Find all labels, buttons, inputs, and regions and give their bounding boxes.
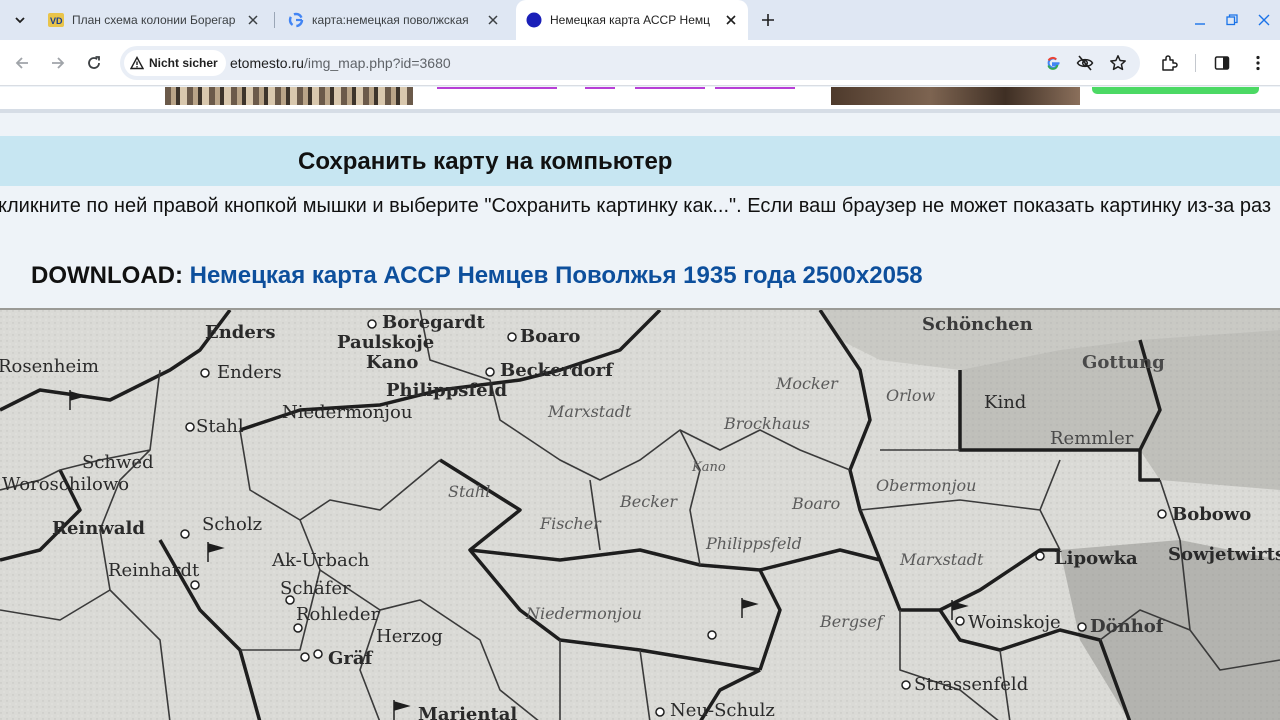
ad-text-block[interactable] (415, 87, 820, 105)
url-text[interactable]: etomesto.ru/img_map.php?id=3680 (230, 55, 451, 71)
map-label: Gräf (328, 648, 373, 669)
map-label: Fischer (540, 514, 601, 533)
map-label: Boregardt (382, 312, 485, 333)
map-label: Kind (984, 392, 1027, 413)
google-icon[interactable] (1042, 52, 1064, 74)
toolbar-separator (1195, 54, 1196, 72)
map-label: Gottung (1082, 352, 1165, 373)
map-label: Woinskoje (968, 612, 1061, 633)
map-label: Schönchen (922, 314, 1033, 335)
map-label: Boaro (792, 494, 841, 513)
eye-off-icon[interactable] (1074, 52, 1096, 74)
reload-icon[interactable] (80, 49, 108, 77)
map-label: Remmler (1050, 428, 1134, 449)
close-window-icon[interactable] (1250, 6, 1278, 34)
download-link[interactable]: Немецкая карта АССР Немцев Поволжья 1935… (190, 262, 923, 289)
map-label: Woroschilowo (2, 474, 130, 495)
close-icon[interactable] (722, 11, 740, 29)
tab-google-search[interactable]: карта:немецкая поволжская (278, 6, 510, 34)
save-heading: Сохранить карту на компьютер (298, 148, 673, 175)
map-label: Ak-Urbach (272, 550, 370, 571)
map-label: Strassenfeld (914, 674, 1029, 695)
more-vert-icon[interactable] (1244, 49, 1272, 77)
map-label: Dönhof (1090, 616, 1164, 637)
forward-arrow-icon[interactable] (44, 49, 72, 77)
map-label: Brockhaus (724, 414, 811, 433)
map-image[interactable]: Enders Boregardt Paulskoje Kano Boaro Ph… (0, 308, 1280, 720)
map-label: Neu-Schulz (670, 700, 775, 720)
divider (0, 109, 1280, 113)
map-label: Enders (217, 362, 282, 383)
map-label: Lipowka (1054, 548, 1138, 569)
security-chip-label: Nicht sicher (149, 56, 218, 70)
map-label: Marxstadt (548, 402, 632, 421)
page-content: Сохранить карту на компьютер кликните по… (0, 87, 1280, 720)
url-host: etomesto.ru (230, 55, 304, 71)
map-label: Kano (692, 460, 726, 475)
map-label: Enders (205, 322, 276, 343)
google-icon (288, 12, 304, 28)
address-bar[interactable]: Nicht sicher etomesto.ru/img_map.php?id=… (120, 46, 1140, 80)
download-label: DOWNLOAD: (31, 262, 183, 289)
site-circle-icon (526, 12, 542, 28)
ad-banner-strip (0, 87, 1280, 109)
map-label: Reinhardt (108, 560, 200, 581)
map-label: Boaro (520, 326, 581, 347)
restore-icon[interactable] (1218, 6, 1246, 34)
map-label: Philippsfeld (706, 534, 802, 553)
map-label: Obermonjou (876, 476, 977, 495)
map-label: Reinwald (52, 518, 145, 539)
map-label: Rosenheim (0, 356, 99, 377)
map-label: Mariental (418, 704, 518, 720)
tab-separator (274, 12, 275, 28)
map-label: Stahl (448, 482, 491, 501)
svg-text:VD: VD (50, 16, 63, 26)
plus-icon[interactable] (756, 8, 780, 32)
minimize-icon[interactable] (1186, 6, 1214, 34)
close-icon[interactable] (484, 11, 502, 29)
tab-search-icon[interactable] (8, 8, 32, 32)
map-label: Paulskoje (337, 332, 435, 353)
save-instruction: кликните по ней правой кнопкой мышки и в… (0, 195, 1272, 217)
map-label: Sowjetwirts (1168, 544, 1280, 565)
side-panel-icon[interactable] (1208, 49, 1236, 77)
star-icon[interactable] (1107, 52, 1129, 74)
map-label: Beckerdorf (500, 360, 613, 381)
map-label: Orlow (886, 386, 936, 405)
tab-title: Немецкая карта АССР Немц (550, 13, 710, 27)
map-label: Becker (620, 492, 677, 511)
tab-title: План схема колонии Борегар (72, 13, 236, 27)
map-label: Philippsfeld (386, 380, 508, 401)
browser-toolbar: Nicht sicher etomesto.ru/img_map.php?id=… (0, 40, 1280, 86)
map-label: Rohleder (296, 604, 380, 625)
tab-title: карта:немецкая поволжская (312, 13, 469, 27)
ad-image[interactable] (831, 87, 1080, 105)
vd-site-icon: VD (48, 12, 64, 28)
tab-strip: VD План схема колонии Борегар карта:неме… (0, 0, 1280, 40)
tab-active-map[interactable]: Немецкая карта АССР Немц (516, 0, 748, 40)
map-label: Mocker (776, 374, 838, 393)
warning-icon (130, 56, 144, 70)
map-label: Herzog (376, 626, 443, 647)
ad-image[interactable] (165, 87, 413, 105)
map-label: Schwed (82, 452, 154, 473)
ad-button[interactable] (1092, 87, 1259, 94)
url-path: /img_map.php?id=3680 (303, 55, 451, 71)
map-label: Bobowo (1172, 504, 1252, 525)
map-label: Schäfer (280, 578, 351, 599)
security-chip[interactable]: Nicht sicher (124, 50, 226, 76)
map-label: Niedermonjou (526, 604, 642, 623)
extensions-icon[interactable] (1155, 49, 1183, 77)
back-arrow-icon[interactable] (8, 49, 36, 77)
download-row: DOWNLOAD: Немецкая карта АССР Немцев Пов… (31, 262, 923, 290)
map-label: Kano (366, 352, 419, 373)
tab-boregard-plan[interactable]: VD План схема колонии Борегар (38, 6, 270, 34)
map-label: Scholz (202, 514, 263, 535)
map-label: Bergsef (820, 612, 883, 631)
close-icon[interactable] (244, 11, 262, 29)
map-label: Stahl (196, 416, 244, 437)
map-label: Niedermonjou (282, 402, 413, 423)
map-label: Marxstadt (900, 550, 984, 569)
